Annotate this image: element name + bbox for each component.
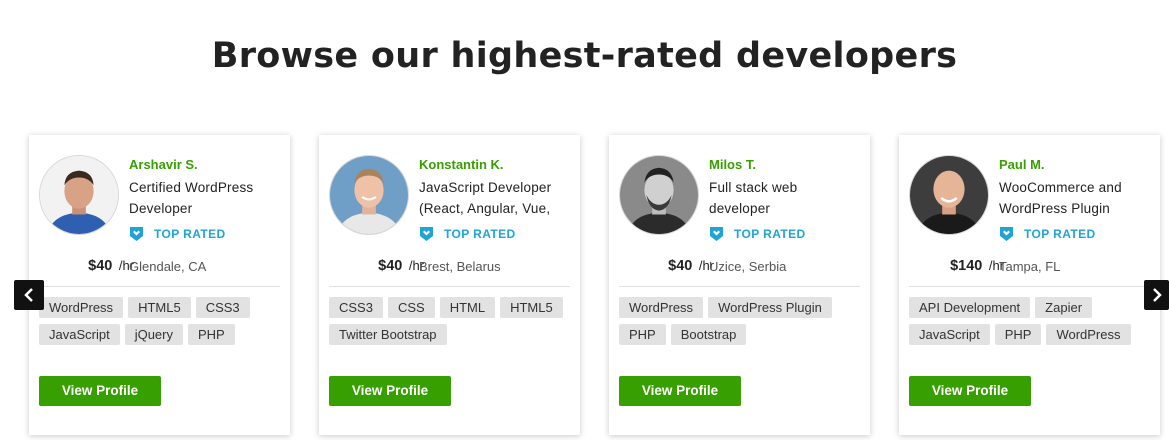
hourly-rate: $40 /hr (88, 257, 134, 275)
skill-tag[interactable]: WordPress (1046, 324, 1131, 345)
developer-info: Arshavir S. Certified WordPress Develope… (129, 157, 279, 243)
skill-tag[interactable]: jQuery (124, 324, 183, 345)
skill-tag[interactable]: WordPress (39, 297, 124, 318)
developer-name[interactable]: Paul M. (999, 157, 1149, 173)
chevron-left-icon (24, 288, 33, 302)
developer-title: Certified WordPress Developer (129, 180, 254, 216)
developer-info: Milos T. Full stack web developer TOP RA… (709, 157, 859, 243)
rate-amount: $40 (88, 258, 113, 274)
skill-tag[interactable]: HTML5 (128, 297, 191, 318)
skill-tag[interactable]: JavaScript (909, 324, 990, 345)
skill-tag[interactable]: HTML (439, 297, 496, 318)
developer-info: Konstantin K. JavaScript Developer (Reac… (419, 157, 569, 243)
skill-tag[interactable]: Bootstrap (670, 324, 747, 345)
view-profile-button[interactable]: View Profile (909, 376, 1031, 406)
skill-tag[interactable]: Zapier (1035, 297, 1093, 318)
skill-tag[interactable]: WordPress (619, 297, 704, 318)
divider (909, 286, 1150, 287)
developer-card: Arshavir S. Certified WordPress Develope… (29, 135, 290, 435)
skill-list: WordPress WordPress Plugin PHP Bootstrap (619, 297, 864, 351)
skill-tag[interactable]: JavaScript (39, 324, 120, 345)
top-rated-badge: TOP RATED (709, 225, 859, 243)
skill-tag[interactable]: WordPress Plugin (708, 297, 832, 318)
skill-tag[interactable]: PHP (188, 324, 235, 345)
location: Tampa, FL (999, 259, 1061, 274)
developer-name[interactable]: Milos T. (709, 157, 859, 173)
divider (329, 286, 570, 287)
avatar[interactable] (329, 155, 409, 235)
rate-amount: $40 (378, 258, 403, 274)
skill-tag[interactable]: CSS (387, 297, 435, 318)
location: Glendale, CA (129, 259, 207, 274)
skill-list: CSS3 CSS HTML HTML5 Twitter Bootstrap (329, 297, 574, 351)
skill-tag[interactable]: PHP (619, 324, 666, 345)
location: Brest, Belarus (419, 259, 501, 274)
divider (619, 286, 860, 287)
chevron-right-icon (1152, 288, 1162, 302)
hourly-rate: $140 /hr (950, 257, 1004, 275)
avatar[interactable] (909, 155, 989, 235)
skill-tag[interactable]: CSS3 (195, 297, 250, 318)
view-profile-button[interactable]: View Profile (619, 376, 741, 406)
location: Uzice, Serbia (709, 259, 787, 274)
view-profile-button[interactable]: View Profile (329, 376, 451, 406)
divider (39, 286, 280, 287)
developer-title: WooCommerce and WordPress Plugin (999, 180, 1122, 216)
developer-title: Full stack web developer (709, 180, 798, 216)
skill-list: WordPress HTML5 CSS3 JavaScript jQuery P… (39, 297, 284, 351)
rate-amount: $40 (668, 258, 693, 274)
developer-name[interactable]: Konstantin K. (419, 157, 569, 173)
carousel-next-button[interactable] (1144, 280, 1169, 310)
section-heading: Browse our highest-rated developers (211, 36, 958, 76)
top-rated-badge: TOP RATED (129, 225, 279, 243)
top-rated-shield-icon (420, 227, 433, 241)
developer-title: JavaScript Developer (React, Angular, Vu… (419, 180, 552, 216)
top-rated-shield-icon (710, 227, 723, 241)
rate-amount: $140 (950, 258, 983, 274)
developer-card: Paul M. WooCommerce and WordPress Plugin… (899, 135, 1160, 435)
skill-list: API Development Zapier JavaScript PHP Wo… (909, 297, 1154, 351)
developer-info: Paul M. WooCommerce and WordPress Plugin… (999, 157, 1149, 243)
badge-label: TOP RATED (154, 227, 226, 241)
view-profile-button[interactable]: View Profile (39, 376, 161, 406)
badge-label: TOP RATED (1024, 227, 1096, 241)
avatar[interactable] (619, 155, 699, 235)
skill-tag[interactable]: API Development (909, 297, 1031, 318)
avatar[interactable] (39, 155, 119, 235)
skill-tag[interactable]: HTML5 (500, 297, 563, 318)
developer-card: Milos T. Full stack web developer TOP RA… (609, 135, 870, 435)
skill-tag[interactable]: Twitter Bootstrap (329, 324, 447, 345)
skill-tag[interactable]: PHP (994, 324, 1042, 345)
developer-name[interactable]: Arshavir S. (129, 157, 279, 173)
top-rated-badge: TOP RATED (999, 225, 1149, 243)
rate-row: $40 /hr Uzice, Serbia (609, 257, 870, 275)
badge-label: TOP RATED (444, 227, 516, 241)
rate-row: $40 /hr Brest, Belarus (319, 257, 580, 275)
top-rated-shield-icon (130, 227, 143, 241)
hourly-rate: $40 /hr (378, 257, 424, 275)
carousel-prev-button[interactable] (14, 280, 44, 310)
rate-row: $40 /hr Glendale, CA (29, 257, 290, 275)
developer-card: Konstantin K. JavaScript Developer (Reac… (319, 135, 580, 435)
skill-tag[interactable]: CSS3 (329, 297, 383, 318)
top-rated-shield-icon (1000, 227, 1013, 241)
badge-label: TOP RATED (734, 227, 806, 241)
developer-carousel: Arshavir S. Certified WordPress Develope… (0, 135, 1169, 440)
hourly-rate: $40 /hr (668, 257, 714, 275)
top-rated-badge: TOP RATED (419, 225, 569, 243)
rate-row: $140 /hr Tampa, FL (899, 257, 1160, 275)
